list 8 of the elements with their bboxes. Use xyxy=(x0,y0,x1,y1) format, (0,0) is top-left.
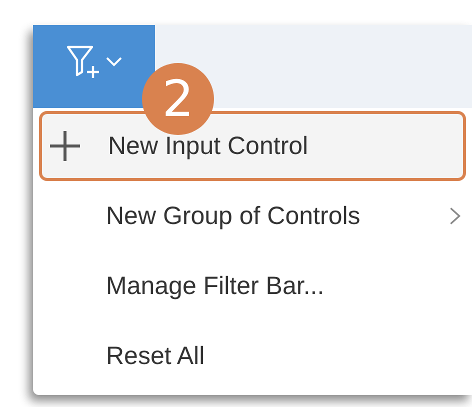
chevron-right-icon xyxy=(449,206,461,226)
menu-item[interactable]: Reset All xyxy=(39,321,466,391)
menu-item[interactable]: Manage Filter Bar... xyxy=(39,251,466,321)
menu-item[interactable]: New Group of Controls xyxy=(39,181,466,251)
plus-icon xyxy=(48,129,82,163)
filter-button[interactable] xyxy=(33,25,155,108)
caret-down-icon xyxy=(106,56,122,66)
funnel-plus-icon xyxy=(66,44,102,80)
